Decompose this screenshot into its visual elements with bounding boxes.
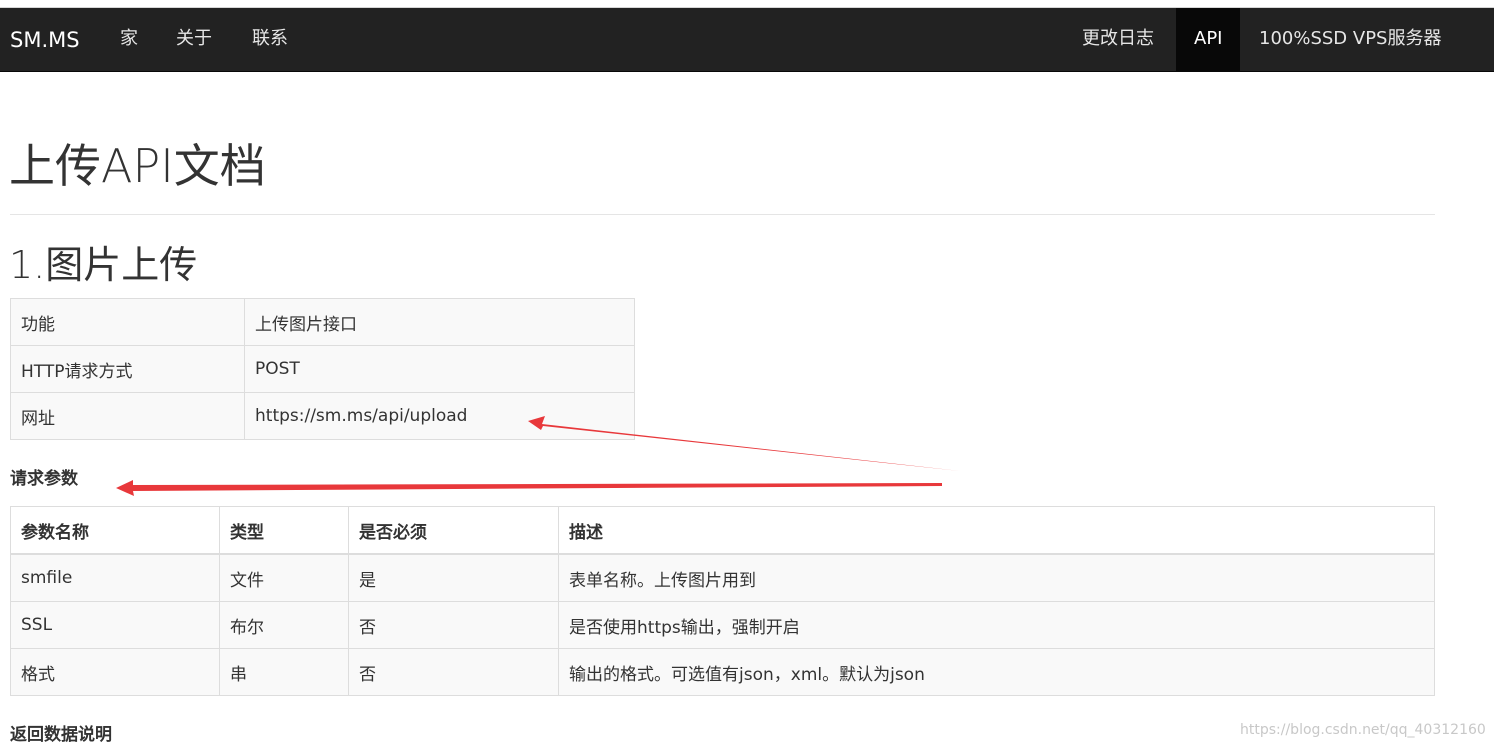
annotation-arrows: [116, 416, 960, 496]
annotation-arrow-params: [116, 480, 942, 496]
annotation-arrow-url: [528, 416, 960, 471]
